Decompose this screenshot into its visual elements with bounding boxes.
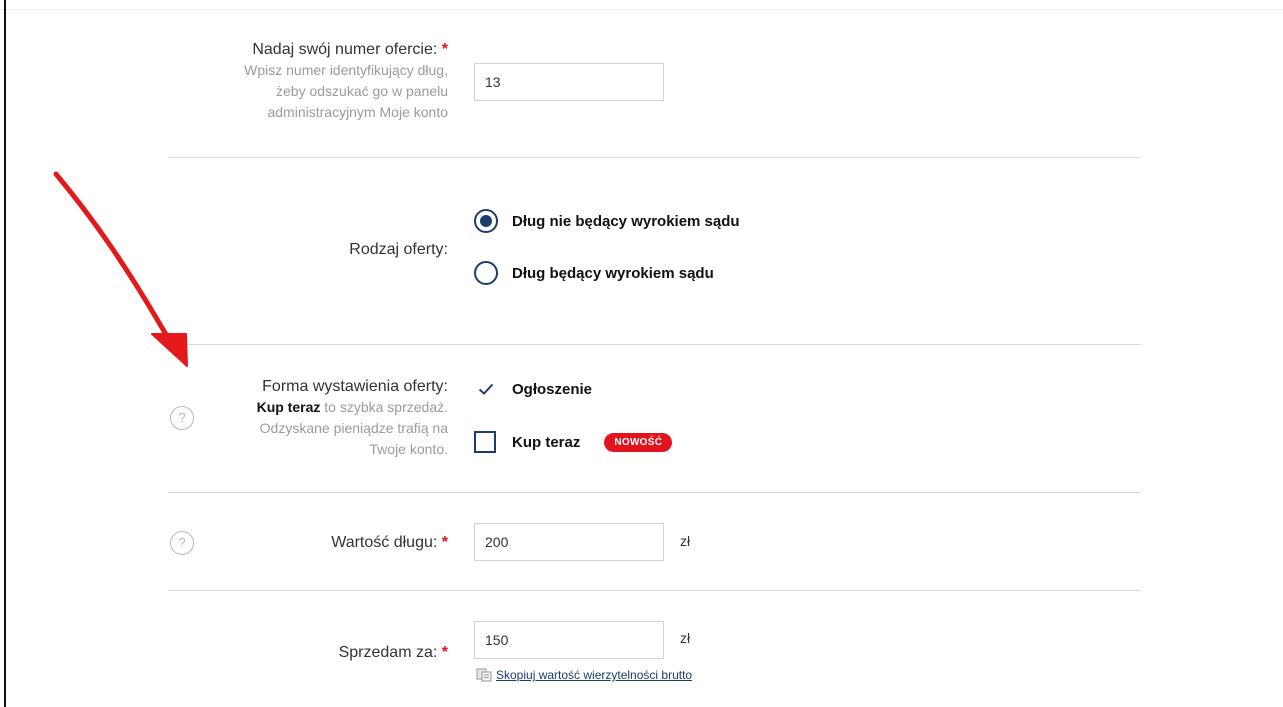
offer-number-hint: Wpisz numer identyfikujący dług, żeby od… xyxy=(244,62,448,120)
section-divider xyxy=(168,344,1141,345)
offer-number-label: Nadaj swój numer ofercie: * xyxy=(252,41,448,58)
copy-gross-value-link[interactable]: Skopiuj wartość wierzytelności brutto xyxy=(476,668,692,682)
checkbox-empty[interactable] xyxy=(474,431,496,453)
radio-unselected-indicator[interactable] xyxy=(474,261,498,285)
checkbox-option-announcement[interactable]: Ogłoszenie xyxy=(474,377,592,401)
new-badge: NOWOŚĆ xyxy=(604,432,673,452)
left-border-line xyxy=(4,0,6,707)
top-border-line xyxy=(0,9,1283,10)
offer-type-label: Rodzaj oferty: xyxy=(349,241,448,258)
checkbox-option-buy-now[interactable]: Kup teraz NOWOŚĆ xyxy=(474,431,673,453)
offer-type-label-block: Rodzaj oferty: xyxy=(150,240,448,260)
radio-option-label: Dług będący wyrokiem sądu xyxy=(512,264,714,282)
listing-form-hint-bold: Kup teraz xyxy=(256,399,321,415)
section-divider xyxy=(168,157,1141,158)
copy-icon xyxy=(476,668,492,682)
sell-for-label: Sprzedam za: * xyxy=(338,644,448,661)
section-divider xyxy=(168,590,1141,591)
radio-option-non-court-debt[interactable]: Dług nie będący wyrokiem sądu xyxy=(474,209,740,233)
listing-form-label-block: Forma wystawienia oferty: Kup teraz to s… xyxy=(150,377,448,460)
debt-value-label: Wartość długu: * xyxy=(331,534,448,551)
copy-link-label: Skopiuj wartość wierzytelności brutto xyxy=(496,668,693,682)
required-mark: * xyxy=(441,41,448,58)
radio-option-label: Dług nie będący wyrokiem sądu xyxy=(512,212,740,230)
offer-number-label-block: Nadaj swój numer ofercie: * Wpisz numer … xyxy=(150,40,448,123)
currency-unit: zł xyxy=(680,630,691,646)
offer-number-input[interactable] xyxy=(474,63,664,101)
required-mark: * xyxy=(441,644,448,661)
radio-selected-indicator[interactable] xyxy=(474,209,498,233)
checkbox-option-label: Kup teraz xyxy=(512,433,581,451)
listing-form-label: Forma wystawienia oferty: xyxy=(262,378,448,395)
listing-form-hint: Kup teraz to szybka sprzedaż. Odzyskane … xyxy=(222,397,448,460)
section-divider xyxy=(168,492,1141,493)
checkmark-icon[interactable] xyxy=(474,377,498,401)
debt-value-label-block: Wartość długu: * xyxy=(150,533,448,553)
checkbox-option-label: Ogłoszenie xyxy=(512,380,593,398)
sell-for-input[interactable] xyxy=(474,621,664,659)
debt-value-input[interactable] xyxy=(474,523,664,561)
sell-for-label-block: Sprzedam za: * xyxy=(150,643,448,663)
radio-option-court-debt[interactable]: Dług będący wyrokiem sądu xyxy=(474,261,714,285)
required-mark: * xyxy=(441,534,448,551)
currency-unit: zł xyxy=(680,533,691,549)
